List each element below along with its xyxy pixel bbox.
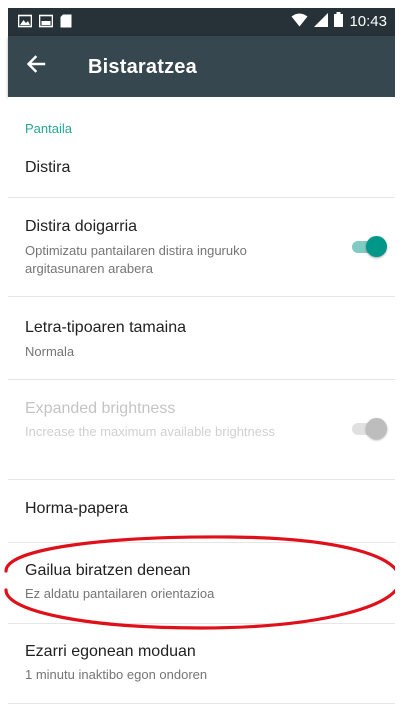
settings-screen: 10:43 Bistaratzea Pantaila Distira Disti… [0, 0, 403, 716]
setting-summary: 1 minutu inaktibo egon ondoren [25, 667, 208, 682]
screen-edge [395, 0, 403, 716]
setting-font-size[interactable]: Letra-tipoaren tamaina Normala [8, 297, 395, 379]
system-icons: 10:43 [291, 12, 387, 31]
setting-title: Gailua biratzen denean [25, 562, 191, 579]
setting-summary: Increase the maximum available brightnes… [25, 424, 276, 439]
sd-card-icon [60, 14, 74, 28]
setting-sleep[interactable]: Ezarri egonean moduan 1 minutu inaktibo … [8, 624, 395, 704]
setting-title: Distira doigarria [25, 218, 138, 235]
setting-wallpaper[interactable]: Horma-papera [8, 480, 395, 542]
setting-adaptive-brightness[interactable]: Distira doigarria Optimizatu pantailaren… [8, 198, 395, 296]
screenshot-icon [38, 14, 54, 28]
setting-brightness[interactable]: Distira [8, 149, 395, 197]
setting-summary: Normala [25, 344, 75, 359]
settings-list: Pantaila Distira Distira doigarria Optim… [8, 97, 395, 716]
battery-icon [334, 12, 344, 31]
page-title: Bistaratzea [88, 56, 197, 78]
status-bar: 10:43 [8, 8, 395, 36]
setting-summary: Ez aldatu pantailaren orientazioa [25, 586, 215, 601]
notification-icons [17, 14, 74, 28]
section-header-screen: Pantaila [25, 121, 72, 136]
cell-signal-icon [314, 12, 329, 31]
clock: 10:43 [349, 13, 387, 30]
arrow-back-icon [26, 54, 46, 78]
wifi-icon [291, 13, 308, 31]
setting-title: Letra-tipoaren tamaina [25, 319, 186, 336]
setting-expanded-brightness: Expanded brightness Increase the maximum… [8, 380, 395, 479]
toggle-thumb [366, 236, 387, 257]
back-button[interactable] [22, 52, 50, 80]
divider [8, 703, 395, 704]
setting-title: Distira [25, 159, 71, 176]
setting-title: Expanded brightness [25, 400, 176, 417]
toggle-thumb [366, 418, 387, 439]
image-icon [17, 14, 33, 28]
app-bar: Bistaratzea [8, 36, 395, 97]
setting-summary: Optimizatu pantailaren distira inguruko … [25, 243, 247, 276]
setting-rotation[interactable]: Gailua biratzen denean Ez aldatu pantail… [8, 543, 395, 623]
setting-title: Horma-papera [25, 500, 129, 517]
setting-title: Ezarri egonean moduan [25, 643, 196, 660]
expanded-brightness-toggle [350, 416, 388, 442]
adaptive-brightness-toggle[interactable] [350, 234, 388, 260]
